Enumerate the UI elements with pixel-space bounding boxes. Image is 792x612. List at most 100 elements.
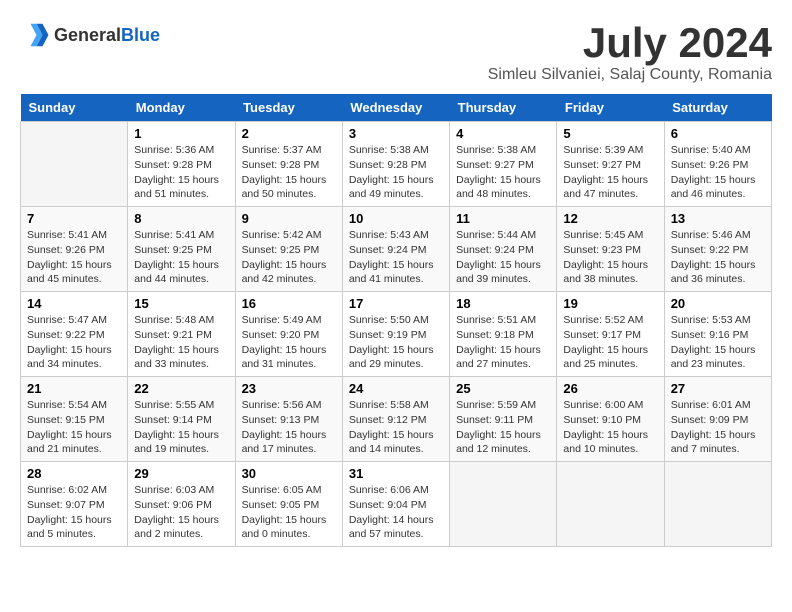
day-info: Sunrise: 5:49 AM Sunset: 9:20 PM Dayligh… <box>242 313 336 372</box>
calendar-cell: 29 Sunrise: 6:03 AM Sunset: 9:06 PM Dayli… <box>128 462 235 547</box>
calendar-cell: 12 Sunrise: 5:45 AM Sunset: 9:23 PM Dayli… <box>557 207 664 292</box>
day-info: Sunrise: 6:02 AM Sunset: 9:07 PM Dayligh… <box>27 483 121 542</box>
day-number: 20 <box>671 296 765 311</box>
day-info: Sunrise: 5:52 AM Sunset: 9:17 PM Dayligh… <box>563 313 657 372</box>
day-info: Sunrise: 6:06 AM Sunset: 9:04 PM Dayligh… <box>349 483 443 542</box>
day-info: Sunrise: 5:46 AM Sunset: 9:22 PM Dayligh… <box>671 228 765 287</box>
calendar-cell <box>557 462 664 547</box>
day-info: Sunrise: 5:44 AM Sunset: 9:24 PM Dayligh… <box>456 228 550 287</box>
logo: GeneralBlue <box>20 20 160 50</box>
day-info: Sunrise: 5:53 AM Sunset: 9:16 PM Dayligh… <box>671 313 765 372</box>
day-info: Sunrise: 5:43 AM Sunset: 9:24 PM Dayligh… <box>349 228 443 287</box>
calendar-cell: 25 Sunrise: 5:59 AM Sunset: 9:11 PM Dayli… <box>450 377 557 462</box>
page-header: GeneralBlue July 2024 Simleu Silvaniei, … <box>20 20 772 84</box>
calendar-cell: 7 Sunrise: 5:41 AM Sunset: 9:26 PM Daylig… <box>21 207 128 292</box>
day-info: Sunrise: 5:38 AM Sunset: 9:27 PM Dayligh… <box>456 143 550 202</box>
calendar-cell: 30Sunrise: 6:05 AM Sunset: 9:05 PM Dayli… <box>235 462 342 547</box>
calendar-cell: 31 Sunrise: 6:06 AM Sunset: 9:04 PM Dayli… <box>342 462 449 547</box>
day-info: Sunrise: 5:36 AM Sunset: 9:28 PM Dayligh… <box>134 143 228 202</box>
day-info: Sunrise: 5:45 AM Sunset: 9:23 PM Dayligh… <box>563 228 657 287</box>
day-number: 22 <box>134 381 228 396</box>
calendar-cell: 11 Sunrise: 5:44 AM Sunset: 9:24 PM Dayli… <box>450 207 557 292</box>
day-info: Sunrise: 6:01 AM Sunset: 9:09 PM Dayligh… <box>671 398 765 457</box>
day-number: 30 <box>242 466 336 481</box>
day-number: 2 <box>242 126 336 141</box>
calendar-cell: 18 Sunrise: 5:51 AM Sunset: 9:18 PM Dayli… <box>450 292 557 377</box>
logo-text-general: General <box>54 25 121 45</box>
calendar-cell: 9 Sunrise: 5:42 AM Sunset: 9:25 PM Daylig… <box>235 207 342 292</box>
calendar-cell: 2 Sunrise: 5:37 AM Sunset: 9:28 PM Daylig… <box>235 122 342 207</box>
calendar-header-day: Monday <box>128 94 235 122</box>
calendar-week-row: 1 Sunrise: 5:36 AM Sunset: 9:28 PM Daylig… <box>21 122 772 207</box>
day-number: 24 <box>349 381 443 396</box>
calendar-cell: 13 Sunrise: 5:46 AM Sunset: 9:22 PM Dayli… <box>664 207 771 292</box>
calendar-week-row: 21Sunrise: 5:54 AM Sunset: 9:15 PM Dayli… <box>21 377 772 462</box>
calendar-week-row: 28 Sunrise: 6:02 AM Sunset: 9:07 PM Dayli… <box>21 462 772 547</box>
day-number: 16 <box>242 296 336 311</box>
calendar-header-row: SundayMondayTuesdayWednesdayThursdayFrid… <box>21 94 772 122</box>
calendar-cell: 27 Sunrise: 6:01 AM Sunset: 9:09 PM Dayli… <box>664 377 771 462</box>
day-info: Sunrise: 5:40 AM Sunset: 9:26 PM Dayligh… <box>671 143 765 202</box>
calendar-cell: 21Sunrise: 5:54 AM Sunset: 9:15 PM Dayli… <box>21 377 128 462</box>
logo-icon <box>20 20 50 50</box>
day-number: 13 <box>671 211 765 226</box>
day-number: 18 <box>456 296 550 311</box>
day-number: 29 <box>134 466 228 481</box>
day-info: Sunrise: 5:38 AM Sunset: 9:28 PM Dayligh… <box>349 143 443 202</box>
calendar-header-day: Saturday <box>664 94 771 122</box>
day-info: Sunrise: 5:48 AM Sunset: 9:21 PM Dayligh… <box>134 313 228 372</box>
logo-text-blue: Blue <box>121 25 160 45</box>
calendar-cell: 14Sunrise: 5:47 AM Sunset: 9:22 PM Dayli… <box>21 292 128 377</box>
day-number: 9 <box>242 211 336 226</box>
day-number: 11 <box>456 211 550 226</box>
day-number: 1 <box>134 126 228 141</box>
day-number: 6 <box>671 126 765 141</box>
day-number: 25 <box>456 381 550 396</box>
calendar-cell: 23 Sunrise: 5:56 AM Sunset: 9:13 PM Dayli… <box>235 377 342 462</box>
day-number: 4 <box>456 126 550 141</box>
day-info: Sunrise: 5:37 AM Sunset: 9:28 PM Dayligh… <box>242 143 336 202</box>
day-number: 5 <box>563 126 657 141</box>
day-number: 27 <box>671 381 765 396</box>
calendar-header-day: Friday <box>557 94 664 122</box>
day-number: 15 <box>134 296 228 311</box>
day-info: Sunrise: 6:00 AM Sunset: 9:10 PM Dayligh… <box>563 398 657 457</box>
calendar-cell <box>21 122 128 207</box>
day-number: 7 <box>27 211 121 226</box>
title-section: July 2024 Simleu Silvaniei, Salaj County… <box>488 20 772 84</box>
day-info: Sunrise: 5:42 AM Sunset: 9:25 PM Dayligh… <box>242 228 336 287</box>
location-title: Simleu Silvaniei, Salaj County, Romania <box>488 66 772 84</box>
calendar-cell: 3 Sunrise: 5:38 AM Sunset: 9:28 PM Daylig… <box>342 122 449 207</box>
calendar-cell: 5Sunrise: 5:39 AM Sunset: 9:27 PM Daylig… <box>557 122 664 207</box>
day-number: 28 <box>27 466 121 481</box>
day-number: 23 <box>242 381 336 396</box>
day-info: Sunrise: 5:56 AM Sunset: 9:13 PM Dayligh… <box>242 398 336 457</box>
day-info: Sunrise: 5:51 AM Sunset: 9:18 PM Dayligh… <box>456 313 550 372</box>
day-info: Sunrise: 6:03 AM Sunset: 9:06 PM Dayligh… <box>134 483 228 542</box>
calendar-header-day: Wednesday <box>342 94 449 122</box>
day-number: 17 <box>349 296 443 311</box>
day-number: 26 <box>563 381 657 396</box>
day-number: 8 <box>134 211 228 226</box>
calendar-cell: 16 Sunrise: 5:49 AM Sunset: 9:20 PM Dayli… <box>235 292 342 377</box>
day-number: 12 <box>563 211 657 226</box>
calendar-cell: 6 Sunrise: 5:40 AM Sunset: 9:26 PM Daylig… <box>664 122 771 207</box>
day-number: 14 <box>27 296 121 311</box>
calendar-cell: 19Sunrise: 5:52 AM Sunset: 9:17 PM Dayli… <box>557 292 664 377</box>
day-info: Sunrise: 5:58 AM Sunset: 9:12 PM Dayligh… <box>349 398 443 457</box>
calendar-cell: 4 Sunrise: 5:38 AM Sunset: 9:27 PM Daylig… <box>450 122 557 207</box>
calendar-header-day: Thursday <box>450 94 557 122</box>
day-info: Sunrise: 5:59 AM Sunset: 9:11 PM Dayligh… <box>456 398 550 457</box>
day-number: 31 <box>349 466 443 481</box>
day-info: Sunrise: 5:41 AM Sunset: 9:25 PM Dayligh… <box>134 228 228 287</box>
calendar-cell: 17Sunrise: 5:50 AM Sunset: 9:19 PM Dayli… <box>342 292 449 377</box>
calendar-cell: 1 Sunrise: 5:36 AM Sunset: 9:28 PM Daylig… <box>128 122 235 207</box>
calendar-week-row: 7 Sunrise: 5:41 AM Sunset: 9:26 PM Daylig… <box>21 207 772 292</box>
day-info: Sunrise: 5:54 AM Sunset: 9:15 PM Dayligh… <box>27 398 121 457</box>
calendar-cell: 26 Sunrise: 6:00 AM Sunset: 9:10 PM Dayli… <box>557 377 664 462</box>
calendar-cell <box>664 462 771 547</box>
day-number: 3 <box>349 126 443 141</box>
calendar-cell <box>450 462 557 547</box>
day-info: Sunrise: 5:41 AM Sunset: 9:26 PM Dayligh… <box>27 228 121 287</box>
calendar-cell: 15 Sunrise: 5:48 AM Sunset: 9:21 PM Dayli… <box>128 292 235 377</box>
